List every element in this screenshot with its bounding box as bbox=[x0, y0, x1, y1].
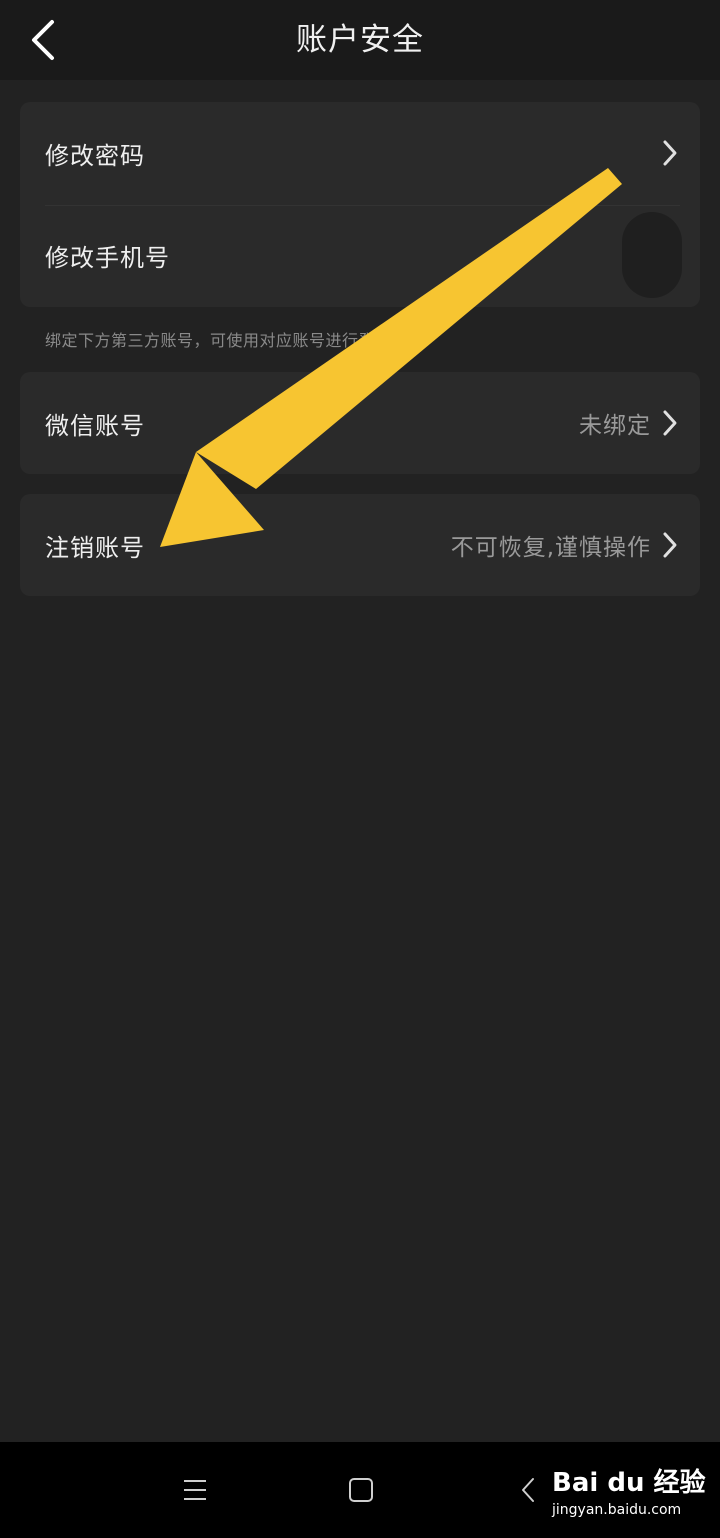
page-title: 账户安全 bbox=[296, 22, 424, 58]
top-bar: 账户安全 bbox=[0, 0, 720, 80]
wechat-card: 微信账号 未绑定 bbox=[20, 372, 700, 474]
baidu-jingyan-watermark: Bai du 经验 jingyan.baidu.com bbox=[550, 1458, 710, 1528]
cancel-account-warning: 不可恢复,谨慎操作 bbox=[450, 535, 651, 561]
chevron-right-icon bbox=[663, 140, 677, 166]
blurred-region bbox=[622, 212, 682, 298]
security-card: 修改密码 修改手机号 bbox=[20, 102, 700, 307]
chevron-right-icon bbox=[663, 532, 677, 558]
cancel-account-label: 注销账号 bbox=[45, 533, 145, 562]
home-square-icon bbox=[349, 1478, 373, 1502]
change-phone-label: 修改手机号 bbox=[45, 243, 170, 272]
wechat-account-label: 微信账号 bbox=[45, 411, 145, 440]
cancel-account-row[interactable]: 注销账号 不可恢复,谨慎操作 bbox=[20, 494, 700, 596]
change-password-label: 修改密码 bbox=[45, 141, 145, 170]
menu-button[interactable] bbox=[175, 1470, 215, 1510]
menu-icon bbox=[184, 1480, 206, 1500]
cancel-account-card: 注销账号 不可恢复,谨慎操作 bbox=[20, 494, 700, 596]
watermark-url: jingyan.baidu.com bbox=[552, 1502, 682, 1518]
home-button[interactable] bbox=[341, 1470, 381, 1510]
wechat-account-row[interactable]: 微信账号 未绑定 bbox=[20, 372, 700, 474]
system-back-button[interactable] bbox=[508, 1470, 548, 1510]
watermark-logo-text: Bai du 经验 bbox=[552, 1468, 706, 1498]
bind-hint-text: 绑定下方第三方账号，可使用对应账号进行登 bbox=[45, 331, 376, 350]
change-password-row[interactable]: 修改密码 bbox=[20, 102, 700, 204]
wechat-status: 未绑定 bbox=[579, 413, 651, 439]
change-phone-row[interactable]: 修改手机号 bbox=[20, 204, 700, 306]
chevron-right-icon bbox=[663, 410, 677, 436]
back-icon bbox=[522, 1478, 534, 1502]
